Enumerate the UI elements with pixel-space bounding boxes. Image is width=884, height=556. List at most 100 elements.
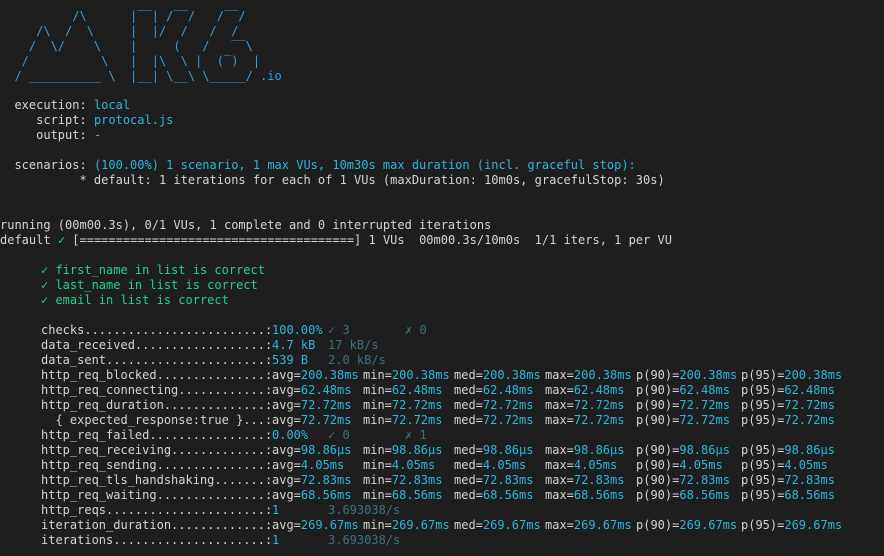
metric-max-value: 98.86µs — [573, 443, 625, 457]
metric-name: http_req_blocked...............: — [41, 368, 273, 382]
metric-max: max=68.56ms — [545, 488, 624, 503]
metric-p95: p(95)=98.86µs — [741, 443, 835, 458]
metric-min: min=72.72ms — [363, 413, 442, 428]
metric-row: data_received..................: 4.7 kB 17… — [0, 338, 884, 353]
metric-value: 4.7 kB — [272, 338, 316, 352]
metric-p95-label: p(95)= — [741, 443, 785, 457]
metric-max-value: 62.48ms — [573, 383, 625, 397]
metric-avg-value: 62.48ms — [300, 383, 352, 397]
metric-p95-label: p(95)= — [741, 518, 785, 532]
metric-min-value: 72.72ms — [391, 413, 443, 427]
metric-min-value: 98.86µs — [391, 443, 443, 457]
metric-max-label: max= — [545, 488, 574, 502]
metric-rate: 17 kB/s — [328, 338, 379, 352]
metric-name: iterations.....................: — [41, 533, 273, 547]
metric-med-value: 4.05ms — [482, 458, 527, 472]
metric-max-value: 269.67ms — [573, 518, 632, 532]
metric-avg-label: avg= — [272, 473, 301, 487]
output-key: output: — [36, 128, 87, 142]
metric-avg-label: avg= — [272, 413, 301, 427]
metric-max-label: max= — [545, 458, 574, 472]
scenario-detail: * default: 1 iterations for each of 1 VU… — [79, 173, 665, 187]
metric-min-label: min= — [363, 518, 392, 532]
metric-p95-label: p(95)= — [741, 383, 785, 397]
metric-p90-label: p(90)= — [636, 518, 680, 532]
metric-p95-label: p(95)= — [741, 458, 785, 472]
metric-p90-label: p(90)= — [636, 413, 680, 427]
metric-p95-value: 62.48ms — [784, 383, 835, 397]
metric-min: min=68.56ms — [363, 488, 442, 503]
metric-avg: avg=4.05ms — [272, 458, 344, 473]
logo-line: /\ |‾‾| /‾‾/ /‾‾/ — [0, 9, 246, 23]
metric-p90: p(90)=72.72ms — [636, 398, 730, 413]
metric-rate: ✓ 3 — [328, 323, 350, 337]
metric-fail-count: ✗ 0 — [405, 323, 427, 337]
metric-min-label: min= — [363, 458, 392, 472]
metric-min: min=98.86µs — [363, 443, 442, 458]
metric-p90-label: p(90)= — [636, 473, 680, 487]
scenario-name: default — [0, 233, 51, 247]
metric-p95-value: 269.67ms — [784, 518, 843, 532]
metric-fail-count: ✗ 1 — [405, 428, 427, 442]
metric-p90-label: p(90)= — [636, 488, 680, 502]
metric-max-value: 72.72ms — [573, 398, 625, 412]
metric-min-value: 269.67ms — [391, 518, 450, 532]
metric-name: data_sent......................: — [41, 353, 273, 367]
scenario-detail-line: * default: 1 iterations for each of 1 VU… — [0, 173, 665, 188]
logo-line: / \/ \ | ( / ‾‾\ — [0, 39, 253, 53]
metric-avg-label: avg= — [272, 383, 301, 397]
metric-avg-value: 98.86µs — [300, 443, 352, 457]
metric-name: http_req_connecting............: — [41, 383, 273, 397]
metric-row: data_sent......................: 539 B 2.0… — [0, 353, 884, 368]
metric-avg: avg=72.72ms — [272, 413, 351, 428]
metric-name: http_req_duration..............: — [41, 398, 273, 412]
metric-max: max=62.48ms — [545, 383, 624, 398]
metric-p95-label: p(95)= — [741, 488, 785, 502]
metric-max-label: max= — [545, 413, 574, 427]
metric-min: min=269.67ms — [363, 518, 450, 533]
script-key: script: — [36, 113, 87, 127]
metric-p90-value: 72.72ms — [679, 398, 730, 412]
metric-max-label: max= — [545, 443, 574, 457]
metric-row: { expected_response:true }...: avg=72.72m… — [0, 413, 884, 428]
metric-p90: p(90)=98.86µs — [636, 443, 730, 458]
metric-name: http_req_failed................: — [41, 428, 273, 442]
metric-min-value: 4.05ms — [391, 458, 436, 472]
metric-med-label: med= — [454, 488, 483, 502]
metric-med-label: med= — [454, 458, 483, 472]
metric-p90-value: 98.86µs — [679, 443, 730, 457]
metric-row: http_req_blocked...............: avg=200.… — [0, 368, 884, 383]
metric-avg: avg=72.72ms — [272, 398, 351, 413]
metric-p95: p(95)=72.72ms — [741, 413, 835, 428]
metric-p90-value: 72.72ms — [679, 413, 730, 427]
metric-p95: p(95)=4.05ms — [741, 458, 828, 473]
metric-max-label: max= — [545, 473, 574, 487]
metric-p90: p(90)=72.83ms — [636, 473, 730, 488]
check-item: ✓ email in list is correct — [41, 293, 229, 307]
metric-p95: p(95)=200.38ms — [741, 368, 842, 383]
metric-min-label: min= — [363, 488, 392, 502]
metric-rate: ✓ 0 — [328, 428, 350, 442]
metric-row: iterations.....................: 1 3.69303… — [0, 533, 884, 548]
output-line: output: - — [0, 128, 101, 143]
metric-row: http_req_failed................: 0.00% ✓ 0… — [0, 428, 884, 443]
metric-p90-value: 68.56ms — [679, 488, 730, 502]
metric-min: min=4.05ms — [363, 458, 435, 473]
metric-max: max=200.38ms — [545, 368, 632, 383]
metric-p90-label: p(90)= — [636, 398, 680, 412]
metric-med-value: 62.48ms — [482, 383, 534, 397]
metric-med: med=269.67ms — [454, 518, 541, 533]
metric-max-label: max= — [545, 518, 574, 532]
metric-max-value: 68.56ms — [573, 488, 625, 502]
metric-row: iteration_duration.............: avg=269.… — [0, 518, 884, 533]
metric-min-label: min= — [363, 443, 392, 457]
scenarios-line: scenarios: (100.00%) 1 scenario, 1 max V… — [0, 158, 635, 173]
metric-max-value: 72.83ms — [573, 473, 625, 487]
metric-p90-value: 200.38ms — [679, 368, 738, 382]
metric-min-label: min= — [363, 398, 392, 412]
metric-p90-label: p(90)= — [636, 443, 680, 457]
metric-max-label: max= — [545, 398, 574, 412]
metric-avg: avg=72.83ms — [272, 473, 351, 488]
metric-p95-value: 68.56ms — [784, 488, 835, 502]
metric-min: min=72.72ms — [363, 398, 442, 413]
